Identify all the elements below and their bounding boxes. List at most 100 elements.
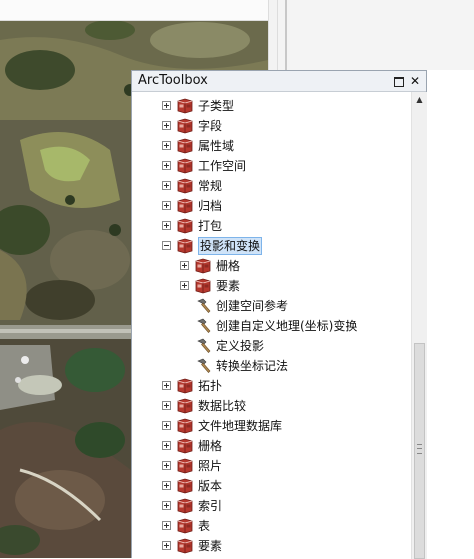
tree-toolbox-item[interactable]: 字段 bbox=[132, 116, 411, 136]
tree-item-label: 常规 bbox=[198, 179, 223, 193]
tree-toolbox-item[interactable]: 投影和变换 bbox=[132, 236, 411, 256]
toolbox-icon bbox=[176, 218, 194, 234]
toolbox-icon bbox=[176, 438, 194, 454]
restore-icon bbox=[394, 77, 404, 87]
tree-toolbox-item[interactable]: 文件地理数据库 bbox=[132, 416, 411, 436]
expand-plus-icon[interactable] bbox=[162, 121, 171, 130]
tree-toolbox-item[interactable]: 栅格 bbox=[132, 436, 411, 456]
expand-plus-icon[interactable] bbox=[162, 201, 171, 210]
close-button[interactable]: ✕ bbox=[408, 74, 422, 88]
tree-toolbox-item[interactable]: 要素 bbox=[132, 536, 411, 556]
tree-tool-item[interactable]: 创建空间参考 bbox=[132, 296, 411, 316]
expand-plus-icon[interactable] bbox=[162, 481, 171, 490]
expand-plus-icon[interactable] bbox=[162, 101, 171, 110]
expand-plus-icon[interactable] bbox=[180, 261, 189, 270]
tree-toolbox-item[interactable]: 工作空间 bbox=[132, 156, 411, 176]
tree-toolbox-item[interactable]: 常规 bbox=[132, 176, 411, 196]
hammer-icon bbox=[196, 358, 212, 374]
scrollbar-thumb[interactable] bbox=[414, 343, 425, 559]
toolbox-icon bbox=[176, 478, 194, 494]
hammer-icon bbox=[196, 298, 212, 314]
tree-toolbox-item[interactable]: 表 bbox=[132, 516, 411, 536]
tree-item-label: 栅格 bbox=[216, 259, 241, 273]
expand-plus-icon[interactable] bbox=[162, 441, 171, 450]
toolbox-icon bbox=[176, 458, 194, 474]
tree-item-label: 子类型 bbox=[198, 99, 235, 113]
panel-title: ArcToolbox bbox=[138, 73, 208, 88]
tree-toolbox-item[interactable]: 归档 bbox=[132, 196, 411, 216]
vertical-scrollbar[interactable]: ▲ bbox=[411, 92, 427, 559]
tree-item-label: 要素 bbox=[198, 539, 223, 553]
tree-item-label: 转换坐标记法 bbox=[216, 359, 289, 373]
tree-toolbox-item[interactable]: 数据比较 bbox=[132, 396, 411, 416]
toolbox-icon bbox=[176, 518, 194, 534]
hammer-icon bbox=[196, 338, 212, 354]
expand-plus-icon[interactable] bbox=[162, 141, 171, 150]
expand-plus-icon[interactable] bbox=[162, 541, 171, 550]
top-window-strip bbox=[0, 0, 268, 21]
expand-plus-icon[interactable] bbox=[162, 401, 171, 410]
tree-tool-item[interactable]: 定义投影 bbox=[132, 336, 411, 356]
tree-item-label: 创建自定义地理(坐标)变换 bbox=[216, 319, 358, 333]
toolbox-icon bbox=[176, 378, 194, 394]
expand-plus-icon[interactable] bbox=[180, 281, 189, 290]
expand-plus-icon[interactable] bbox=[162, 501, 171, 510]
expand-plus-icon[interactable] bbox=[162, 221, 171, 230]
right-background bbox=[276, 0, 474, 70]
tree-item-label: 字段 bbox=[198, 119, 223, 133]
toolbox-icon bbox=[176, 538, 194, 554]
toolbox-icon bbox=[194, 258, 212, 274]
tree-toolbox-item[interactable]: 栅格 bbox=[132, 256, 411, 276]
expand-plus-icon[interactable] bbox=[162, 421, 171, 430]
toolbox-tree: 子类型 字段 属性域 工作空间 常规 归档 打包 投影和变换 栅格 要素 创建空间参考 创建自定义地理… bbox=[132, 92, 411, 559]
scroll-up-icon[interactable]: ▲ bbox=[412, 92, 427, 108]
tree-toolbox-item[interactable]: 要素 bbox=[132, 276, 411, 296]
expand-plus-icon[interactable] bbox=[162, 161, 171, 170]
toolbox-icon bbox=[176, 158, 194, 174]
hammer-icon bbox=[196, 318, 212, 334]
tree-toolbox-item[interactable]: 照片 bbox=[132, 456, 411, 476]
tree-toolbox-item[interactable]: 拓扑 bbox=[132, 376, 411, 396]
toolbox-icon bbox=[176, 118, 194, 134]
arctoolbox-panel: ArcToolbox ✕ 子类型 字段 属性域 工作空间 常规 归档 打包 投影和变换 栅格 要素… bbox=[131, 70, 427, 559]
panel-titlebar[interactable]: ArcToolbox ✕ bbox=[132, 71, 426, 92]
tree-item-label: 文件地理数据库 bbox=[198, 419, 283, 433]
tree-tool-item[interactable]: 创建自定义地理(坐标)变换 bbox=[132, 316, 411, 336]
tree-item-label: 定义投影 bbox=[216, 339, 265, 353]
tree-toolbox-item[interactable]: 索引 bbox=[132, 496, 411, 516]
tree-toolbox-item[interactable]: 打包 bbox=[132, 216, 411, 236]
tree-item-label: 表 bbox=[198, 519, 211, 533]
tree-item-label: 栅格 bbox=[198, 439, 223, 453]
toolbox-icon bbox=[176, 398, 194, 414]
tree-item-label: 索引 bbox=[198, 499, 223, 513]
toolbox-icon bbox=[176, 138, 194, 154]
tree-item-label: 工作空间 bbox=[198, 159, 247, 173]
tree-item-label: 投影和变换 bbox=[198, 237, 263, 255]
toolbox-icon bbox=[176, 198, 194, 214]
expand-plus-icon[interactable] bbox=[162, 181, 171, 190]
tree-toolbox-item[interactable]: 属性域 bbox=[132, 136, 411, 156]
tree-item-label: 属性域 bbox=[198, 139, 235, 153]
tree-item-label: 数据比较 bbox=[198, 399, 247, 413]
tree-item-label: 要素 bbox=[216, 279, 241, 293]
tree-item-label: 拓扑 bbox=[198, 379, 223, 393]
collapse-minus-icon[interactable] bbox=[162, 241, 171, 250]
tree-item-label: 照片 bbox=[198, 459, 223, 473]
tree-tool-item[interactable]: 转换坐标记法 bbox=[132, 356, 411, 376]
toolbox-icon bbox=[176, 178, 194, 194]
tree-toolbox-item[interactable]: 子类型 bbox=[132, 96, 411, 116]
toolbox-icon bbox=[176, 418, 194, 434]
tree-item-label: 打包 bbox=[198, 219, 223, 233]
expand-plus-icon[interactable] bbox=[162, 461, 171, 470]
tree-item-label: 归档 bbox=[198, 199, 223, 213]
restore-button[interactable] bbox=[392, 74, 406, 88]
toolbox-icon bbox=[194, 278, 212, 294]
expand-plus-icon[interactable] bbox=[162, 381, 171, 390]
tree-item-label: 创建空间参考 bbox=[216, 299, 289, 313]
toolbox-icon bbox=[176, 98, 194, 114]
tree-item-label: 版本 bbox=[198, 479, 223, 493]
toolbox-icon bbox=[176, 498, 194, 514]
expand-plus-icon[interactable] bbox=[162, 521, 171, 530]
window-border bbox=[285, 0, 287, 70]
tree-toolbox-item[interactable]: 版本 bbox=[132, 476, 411, 496]
